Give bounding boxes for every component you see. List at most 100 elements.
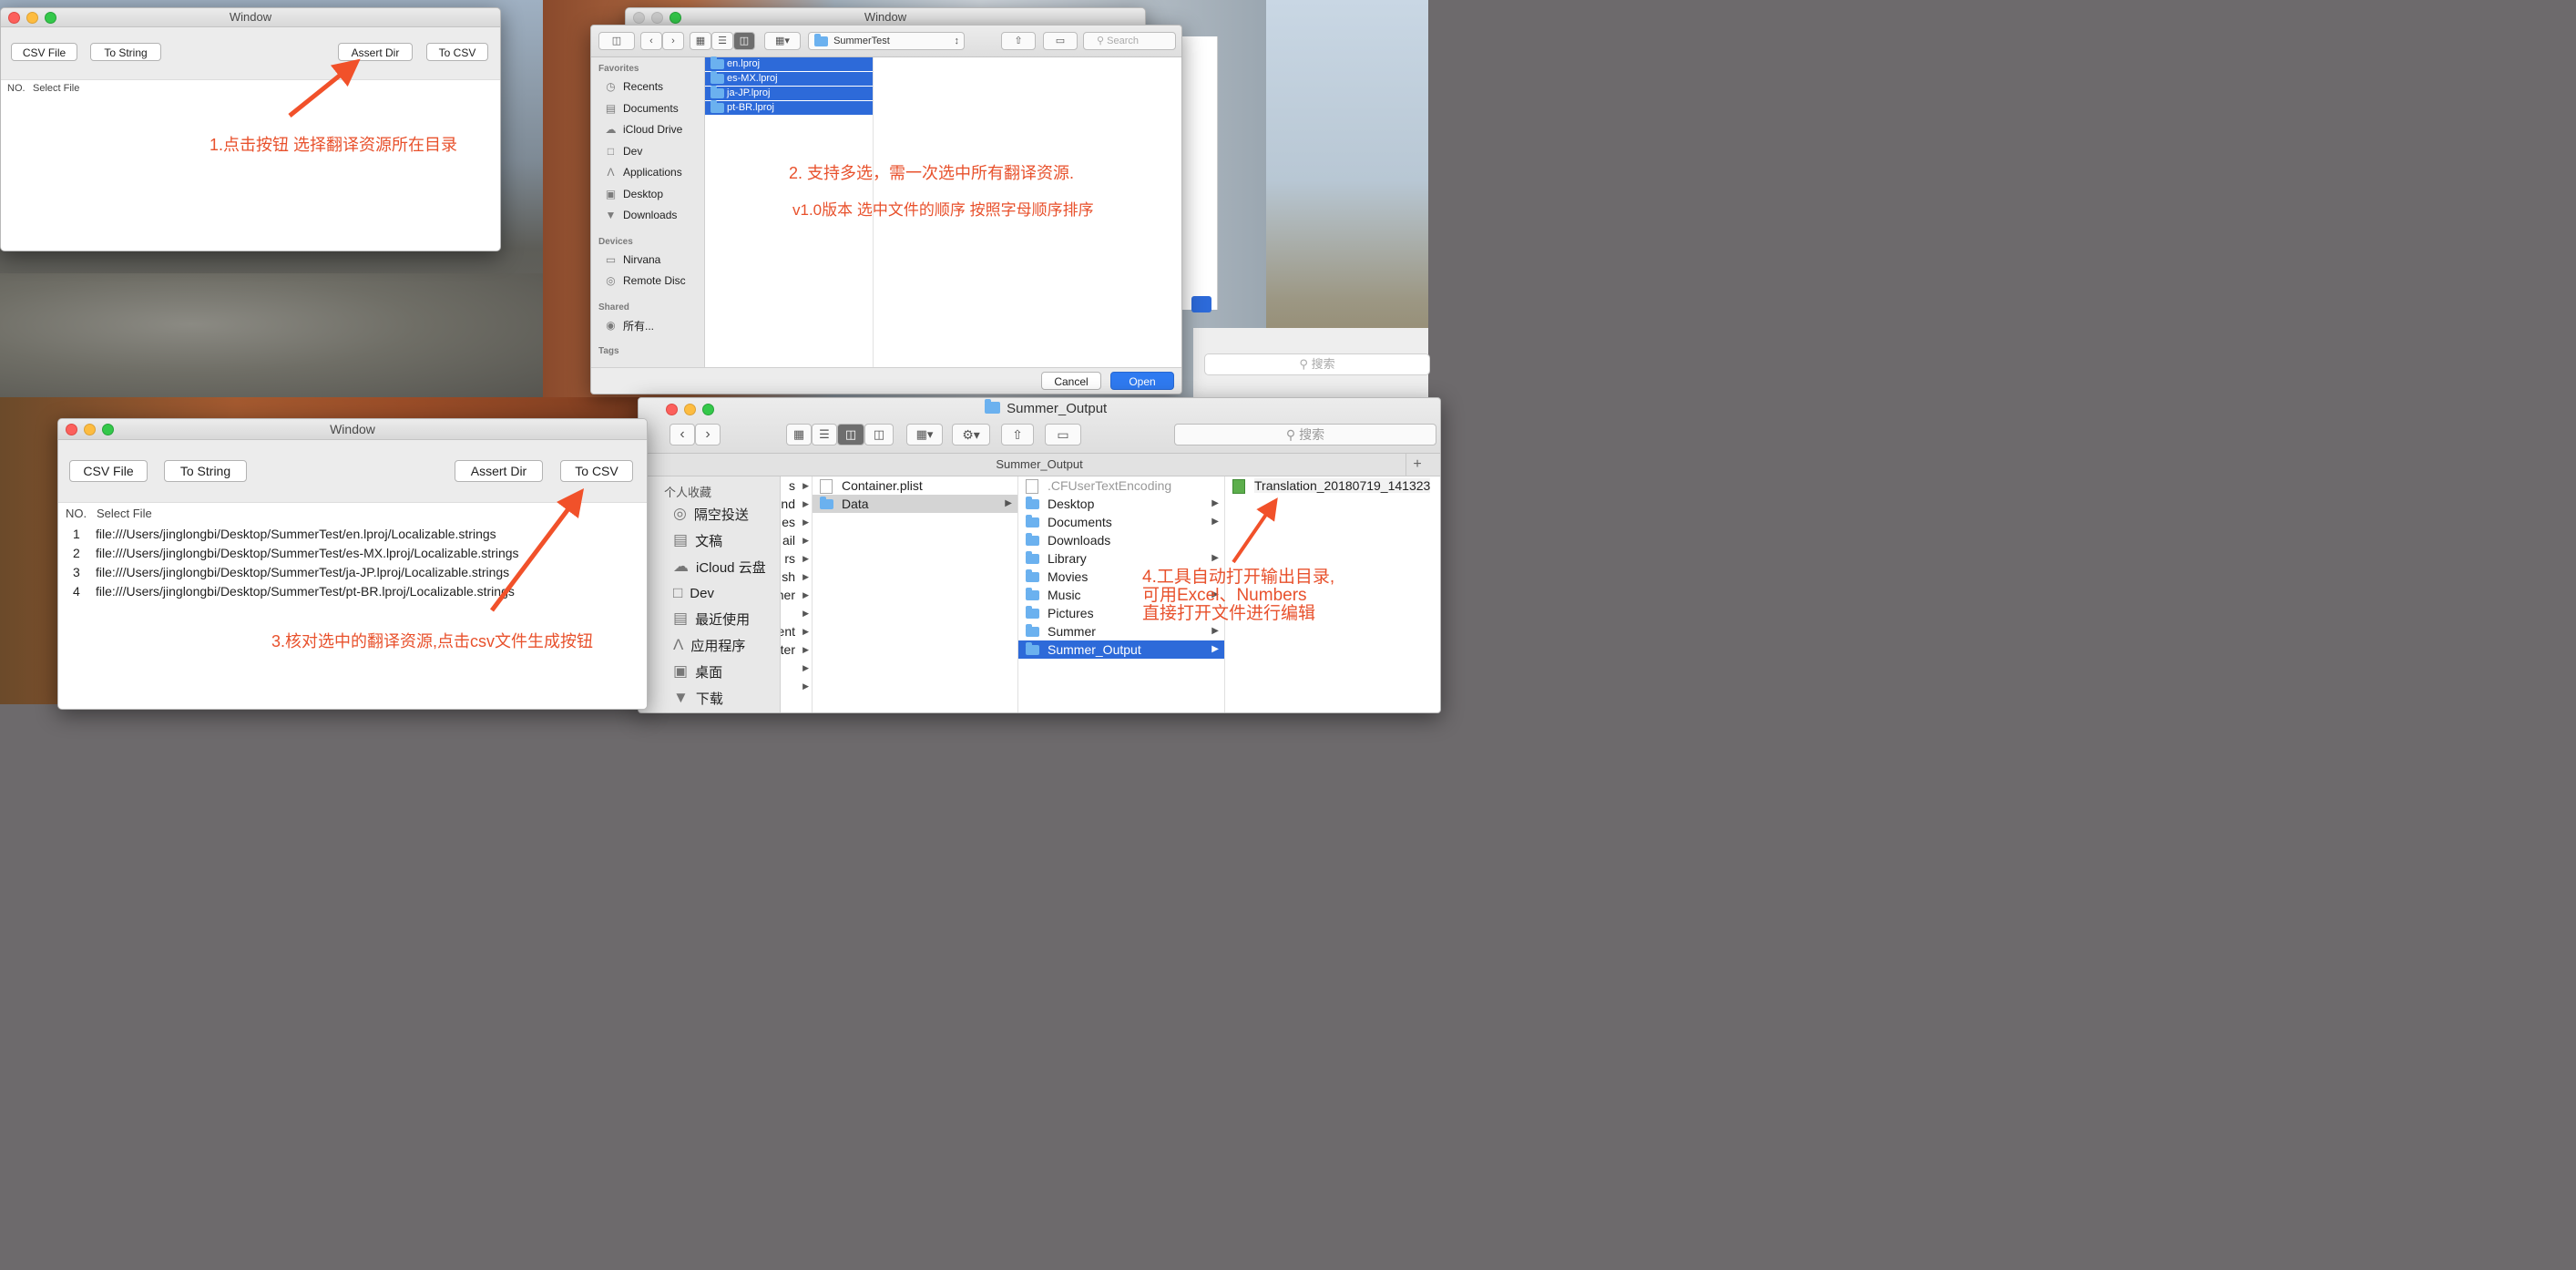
open-button[interactable]: Open	[1110, 372, 1174, 390]
assert-dir-button[interactable]: Assert Dir	[455, 460, 543, 482]
file-row[interactable]: .CFUserTextEncoding	[1018, 476, 1224, 495]
cancel-button[interactable]: Cancel	[1041, 372, 1101, 390]
folder-row[interactable]: Data ▶	[813, 495, 1017, 513]
list-view-button[interactable]: ☰	[812, 424, 837, 446]
new-tab-button[interactable]: +	[1406, 454, 1428, 476]
icon-view-button[interactable]: ▦	[786, 424, 812, 446]
sidebar-item-documents[interactable]: ▤ Documents	[604, 99, 679, 118]
action-button[interactable]: ⚙▾	[952, 424, 990, 446]
sidebar-item-downloads[interactable]: ▼ 下载	[673, 685, 723, 711]
file-row[interactable]: ja-JP.lproj	[705, 86, 873, 100]
list-view-button[interactable]: ☰	[711, 32, 733, 50]
close-icon[interactable]	[8, 12, 20, 24]
location-popup[interactable]: SummerTest ↕	[808, 32, 965, 50]
table-row[interactable]: 3 file:///Users/jinglongbi/Desktop/Summer…	[58, 563, 647, 582]
folder-row[interactable]: ▶	[781, 677, 812, 695]
column-view-button[interactable]: ◫	[837, 424, 864, 446]
sidebar-item-dev[interactable]: □ Dev	[604, 142, 642, 160]
csv-file-button[interactable]: CSV File	[11, 43, 77, 61]
close-icon[interactable]	[666, 404, 678, 415]
search-field[interactable]: ⚲ Search	[1083, 32, 1176, 50]
folder-row[interactable]: ent ▶	[781, 622, 812, 640]
sidebar-item-icloud[interactable]: ☁ iCloud Drive	[604, 120, 683, 138]
forward-button[interactable]: ›	[695, 424, 721, 446]
csv-file-button[interactable]: CSV File	[69, 460, 148, 482]
back-button[interactable]: ‹	[670, 424, 695, 446]
tag-button[interactable]: ▭	[1045, 424, 1081, 446]
folder-row[interactable]: ▶	[781, 659, 812, 677]
folder-row[interactable]: Desktop ▶	[1018, 495, 1224, 513]
sidebar-item-nirvana[interactable]: ▭ Nirvana	[604, 251, 661, 269]
minimize-icon[interactable]	[26, 12, 38, 24]
to-string-button[interactable]: To String	[90, 43, 161, 61]
back-button[interactable]: ‹	[640, 32, 662, 50]
column-select-file[interactable]: Select File	[33, 83, 79, 94]
to-string-button[interactable]: To String	[164, 460, 247, 482]
sidebar-item-recents[interactable]: ◷ Recents	[604, 77, 663, 96]
share-button[interactable]: ⇧	[1001, 424, 1034, 446]
forward-button[interactable]: ›	[662, 32, 684, 50]
column-no[interactable]: NO.	[7, 83, 26, 94]
column-no[interactable]: NO.	[66, 507, 87, 520]
minimize-icon[interactable]	[84, 424, 96, 435]
file-row[interactable]: es-MX.lproj	[705, 71, 873, 86]
group-button[interactable]: ▦▾	[764, 32, 801, 50]
folder-row[interactable]: rs ▶	[781, 549, 812, 568]
folder-row[interactable]: Downloads	[1018, 531, 1224, 549]
sidebar-toggle-button[interactable]: ◫	[598, 32, 635, 50]
to-csv-button[interactable]: To CSV	[426, 43, 488, 61]
folder-row[interactable]: nd ▶	[781, 495, 812, 513]
folder-row[interactable]: ail ▶	[781, 531, 812, 549]
minimize-icon[interactable]	[651, 12, 663, 24]
sidebar-item-desktop[interactable]: ▣ Desktop	[604, 185, 663, 203]
table-row[interactable]: 4 file:///Users/jinglongbi/Desktop/Summer…	[58, 582, 647, 601]
share-button[interactable]: ⇧	[1001, 32, 1036, 50]
minimize-icon[interactable]	[684, 404, 696, 415]
column-view-button[interactable]: ◫	[733, 32, 755, 50]
folder-row[interactable]: Summer ▶	[1018, 622, 1224, 640]
close-icon[interactable]	[66, 424, 77, 435]
sidebar-item-airdrop[interactable]: ◎ 隔空投送	[673, 501, 749, 527]
to-csv-button[interactable]: To CSV	[560, 460, 633, 482]
chevron-right-icon: ▶	[802, 572, 809, 581]
search-field[interactable]: ⚲ 搜索	[1174, 424, 1436, 446]
folder-row[interactable]: sh ▶	[781, 568, 812, 586]
folder-row[interactable]: ner ▶	[781, 586, 812, 604]
close-icon[interactable]	[633, 12, 645, 24]
finder-column-1: Container.plist Data ▶	[813, 476, 1018, 712]
table-row[interactable]: 2 file:///Users/jinglongbi/Desktop/Summer…	[58, 544, 647, 563]
zoom-icon[interactable]	[702, 404, 714, 415]
gallery-view-button[interactable]: ◫	[864, 424, 894, 446]
folder-row[interactable]: es ▶	[781, 513, 812, 531]
icon-view-button[interactable]: ▦	[690, 32, 711, 50]
folder-row[interactable]: ▶	[781, 604, 812, 622]
file-row[interactable]: pt-BR.lproj	[705, 100, 873, 115]
zoom-icon[interactable]	[670, 12, 681, 24]
sidebar-item-shared-all[interactable]: ◉ 所有...	[604, 316, 654, 334]
sidebar-item-dev[interactable]: □ Dev	[673, 580, 714, 606]
sidebar-item-desktop[interactable]: ▣ 桌面	[673, 659, 722, 684]
file-row[interactable]: Container.plist	[813, 476, 1017, 495]
folder-row[interactable]: Documents ▶	[1018, 513, 1224, 531]
folder-row[interactable]: s ▶	[781, 476, 812, 495]
sidebar-item-applications[interactable]: Λ Applications	[604, 163, 681, 181]
folder-row[interactable]: Summer_Output ▶	[1018, 640, 1224, 659]
sidebar-item-recents[interactable]: ▤ 最近使用	[673, 606, 750, 631]
folder-row[interactable]: Library ▶	[1018, 549, 1224, 568]
assert-dir-button[interactable]: Assert Dir	[338, 43, 413, 61]
group-button[interactable]: ▦▾	[906, 424, 943, 446]
tag-button[interactable]: ▭	[1043, 32, 1078, 50]
sidebar-item-downloads[interactable]: ▼ Downloads	[604, 206, 678, 224]
file-row[interactable]: Translation_20180719_141323	[1225, 476, 1440, 495]
folder-row[interactable]: ter ▶	[781, 640, 812, 659]
sidebar-item-applications[interactable]: Λ 应用程序	[673, 632, 745, 658]
search-field[interactable]: ⚲ 搜索	[1204, 353, 1430, 375]
file-row[interactable]: en.lproj	[705, 56, 873, 71]
sidebar-item-documents[interactable]: ▤ 文稿	[673, 527, 722, 553]
sidebar-item-icloud[interactable]: ☁ iCloud 云盘	[673, 554, 766, 579]
column-select-file[interactable]: Select File	[97, 507, 152, 520]
table-row[interactable]: 1 file:///Users/jinglongbi/Desktop/Summer…	[58, 525, 647, 544]
sidebar-item-remote-disc[interactable]: ◎ Remote Disc	[604, 271, 685, 290]
zoom-icon[interactable]	[45, 12, 56, 24]
zoom-icon[interactable]	[102, 424, 114, 435]
